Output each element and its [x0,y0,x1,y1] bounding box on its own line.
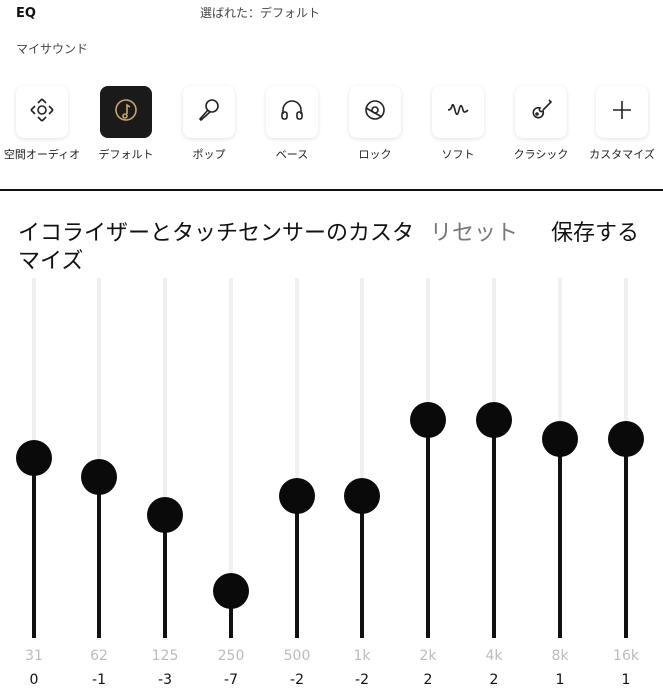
selected-preset-text: 選ばれた：デフォルト [200,6,321,20]
preset-tile[interactable] [183,86,235,138]
preset-list: 空間オーディオ デフォルト ポップ ベース ロック ソフト クラシック カスタマイズ [0,86,663,176]
microphone-icon [196,97,222,127]
preset-6[interactable]: クラシック [499,86,583,176]
eq-title: イコライザーとタッチセンサーのカスタマイズ [18,221,415,274]
slider-handle[interactable] [16,440,52,476]
slider-handle[interactable] [279,478,315,514]
guitar-icon [528,97,554,127]
band-gain-value: 1 [621,672,631,688]
soft-wave-icon [445,97,471,127]
slider-fill [492,420,496,638]
slider-handle[interactable] [410,402,446,438]
slider-fill [295,496,299,638]
band-frequency-label: 1k [353,648,371,664]
band-frequency-label: 31 [25,648,43,664]
slider-handle[interactable] [213,573,249,609]
preset-0[interactable]: 空間オーディオ [0,86,84,176]
preset-3[interactable]: ベース [250,86,334,176]
slider-fill [624,439,628,638]
band-frequency-label: 125 [151,648,179,664]
band-gain-value: 1 [555,672,565,688]
band-gain-value: -2 [290,672,304,688]
preset-tile[interactable] [100,86,152,138]
preset-tile[interactable] [349,86,401,138]
band-frequency-label: 16k [613,648,639,664]
slider-fill [558,439,562,638]
preset-tile[interactable] [16,86,68,138]
preset-tile[interactable] [266,86,318,138]
slider-handle[interactable] [608,421,644,457]
band-gain-value: -1 [92,672,106,688]
band-frequency-label: 500 [283,648,311,664]
slider-handle[interactable] [81,459,117,495]
band-frequency-label: 250 [217,648,245,664]
slider-fill [163,515,167,638]
preset-1[interactable]: デフォルト [84,86,168,176]
preset-7[interactable]: カスタマイズ [580,86,663,176]
band-gain-value: -7 [224,672,238,688]
slider-fill [360,496,364,638]
rock-disc-icon [362,97,388,127]
headphones-icon [279,97,305,127]
slider-fill [32,458,36,638]
default-music-icon [113,97,139,127]
band-gain-value: 0 [29,672,39,688]
plus-icon [609,97,635,127]
band-gain-value: -3 [158,672,172,688]
preset-label: ソフト [441,148,475,161]
band-gain-value: 2 [489,672,499,688]
slider-handle[interactable] [344,478,380,514]
band-frequency-label: 8k [551,648,569,664]
slider-handle[interactable] [542,421,578,457]
divider [0,189,663,191]
preset-label: ベース [275,148,309,161]
slider-handle[interactable] [476,402,512,438]
reset-button[interactable]: リセット [430,220,518,248]
preset-label: ロック [358,148,392,161]
slider-fill [97,477,101,638]
slider-handle[interactable] [147,497,183,533]
band-gain-value: 2 [423,672,433,688]
preset-4[interactable]: ロック [333,86,417,176]
page-title: EQ [16,6,36,21]
slider-fill [426,420,430,638]
spatial-audio-icon [29,97,55,127]
preset-tile[interactable] [432,86,484,138]
preset-label: 空間オーディオ [3,148,81,161]
preset-label: ポップ [192,148,226,161]
band-frequency-label: 62 [90,648,108,664]
save-button[interactable]: 保存する [551,220,639,248]
section-label: マイサウンド [16,42,89,56]
preset-5[interactable]: ソフト [416,86,500,176]
band-frequency-label: 2k [419,648,437,664]
preset-tile[interactable] [515,86,567,138]
preset-label: クラシック [513,148,569,161]
band-gain-value: -2 [355,672,369,688]
band-frequency-label: 4k [485,648,503,664]
preset-label: カスタマイズ [589,148,655,161]
preset-label: デフォルト [98,148,154,161]
preset-2[interactable]: ポップ [167,86,251,176]
preset-tile[interactable] [596,86,648,138]
